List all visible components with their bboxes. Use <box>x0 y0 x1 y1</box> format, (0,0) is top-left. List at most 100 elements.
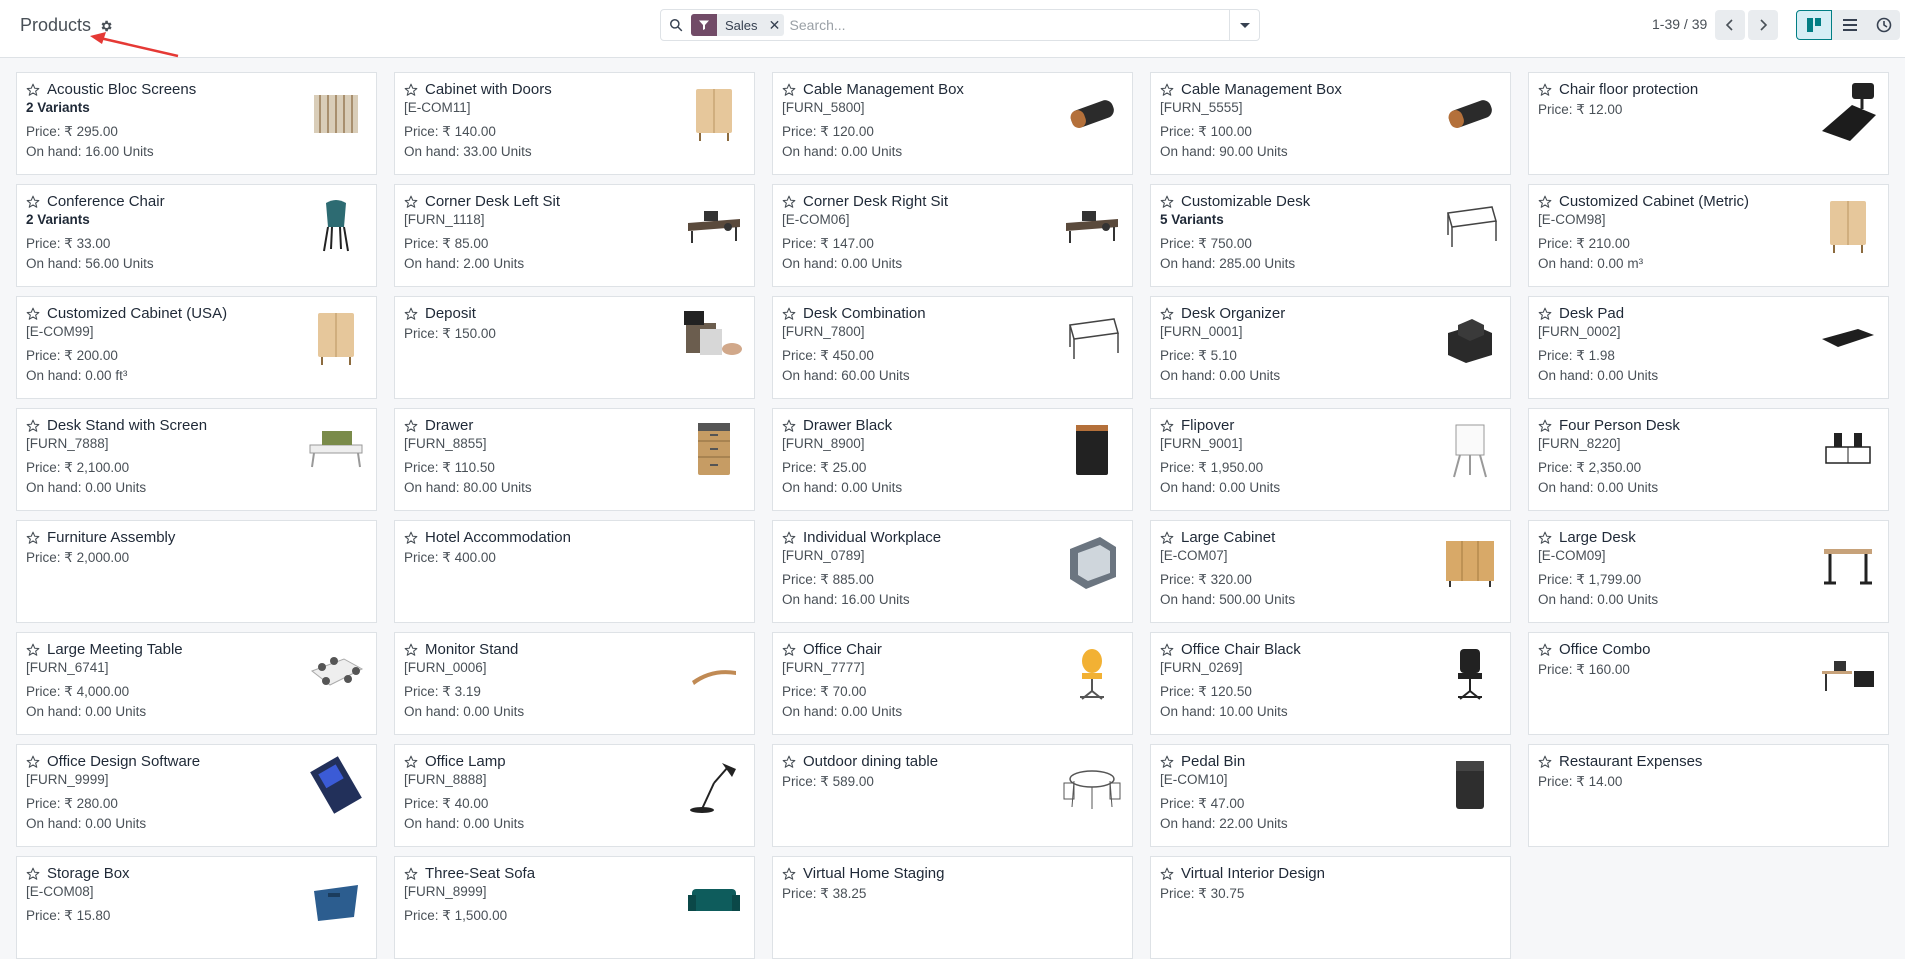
favorite-star-icon[interactable] <box>403 418 419 434</box>
activity-view-button[interactable] <box>1868 10 1900 40</box>
favorite-star-icon[interactable] <box>781 642 797 658</box>
favorite-star-icon[interactable] <box>781 530 797 546</box>
product-name: Cable Management Box <box>1181 81 1342 98</box>
favorite-star-icon[interactable] <box>781 194 797 210</box>
product-card[interactable]: Corner Desk Right Sit [E-COM06] Price: ₹ 1… <box>772 184 1133 287</box>
product-card[interactable]: Conference Chair 2 Variants Price: ₹ 33.00… <box>16 184 377 287</box>
product-card[interactable]: Desk Organizer [FURN_0001] Price: ₹ 5.10 On… <box>1150 296 1511 399</box>
favorite-star-icon[interactable] <box>1537 194 1553 210</box>
favorite-star-icon[interactable] <box>1159 754 1175 770</box>
remove-facet-icon[interactable]: ✕ <box>766 14 784 36</box>
product-card[interactable]: Desk Pad [FURN_0002] Price: ₹ 1.98 On hand:… <box>1528 296 1889 399</box>
product-name: Customized Cabinet (USA) <box>47 305 228 322</box>
product-card[interactable]: Large Meeting Table [FURN_6741] Price: ₹ 4… <box>16 632 377 735</box>
product-on-hand: On hand: 0.00 Units <box>26 816 147 831</box>
favorite-star-icon[interactable] <box>1537 306 1553 322</box>
favorite-star-icon[interactable] <box>1537 642 1553 658</box>
product-card[interactable]: Acoustic Bloc Screens 2 Variants Price: ₹ … <box>16 72 377 175</box>
favorite-star-icon[interactable] <box>1159 866 1175 882</box>
favorite-star-icon[interactable] <box>25 642 41 658</box>
product-card[interactable]: Large Desk [E-COM09] Price: ₹ 1,799.00 On h… <box>1528 520 1889 623</box>
product-card[interactable]: Outdoor dining table Price: ₹ 589.00 <box>772 744 1133 847</box>
product-card[interactable]: Cabinet with Doors [E-COM11] Price: ₹ 140.… <box>394 72 755 175</box>
product-card[interactable]: Hotel Accommodation Price: ₹ 400.00 <box>394 520 755 623</box>
product-card[interactable]: Virtual Interior Design Price: ₹ 30.75 <box>1150 856 1511 959</box>
list-view-button[interactable] <box>1832 10 1868 40</box>
favorite-star-icon[interactable] <box>781 866 797 882</box>
product-card[interactable]: Chair floor protection Price: ₹ 12.00 <box>1528 72 1889 175</box>
product-card[interactable]: Four Person Desk [FURN_8220] Price: ₹ 2,35… <box>1528 408 1889 511</box>
favorite-star-icon[interactable] <box>25 418 41 434</box>
product-name: Pedal Bin <box>1181 753 1246 770</box>
search-icon[interactable] <box>661 10 691 40</box>
favorite-star-icon[interactable] <box>1159 194 1175 210</box>
pager-value[interactable]: 1-39 / 39 <box>1652 16 1707 32</box>
product-card[interactable]: Pedal Bin [E-COM10] Price: ₹ 47.00 On hand:… <box>1150 744 1511 847</box>
product-name: Office Combo <box>1559 641 1651 658</box>
favorite-star-icon[interactable] <box>403 82 419 98</box>
product-card[interactable]: Office Lamp [FURN_8888] Price: ₹ 40.00 On h… <box>394 744 755 847</box>
product-card[interactable]: Virtual Home Staging Price: ₹ 38.25 <box>772 856 1133 959</box>
product-card[interactable]: Customizable Desk 5 Variants Price: ₹ 750.… <box>1150 184 1511 287</box>
product-card[interactable]: Individual Workplace [FURN_0789] Price: ₹ … <box>772 520 1133 623</box>
product-card[interactable]: Cable Management Box [FURN_5555] Price: ₹ … <box>1150 72 1511 175</box>
favorite-star-icon[interactable] <box>1159 418 1175 434</box>
product-card[interactable]: Drawer Black [FURN_8900] Price: ₹ 25.00 On … <box>772 408 1133 511</box>
favorite-star-icon[interactable] <box>25 306 41 322</box>
product-card[interactable]: Flipover [FURN_9001] Price: ₹ 1,950.00 On h… <box>1150 408 1511 511</box>
favorite-star-icon[interactable] <box>1537 754 1553 770</box>
favorite-star-icon[interactable] <box>781 306 797 322</box>
favorite-star-icon[interactable] <box>781 418 797 434</box>
product-name: Three-Seat Sofa <box>425 865 536 882</box>
product-card[interactable]: Monitor Stand [FURN_0006] Price: ₹ 3.19 On … <box>394 632 755 735</box>
product-card[interactable]: Storage Box [E-COM08] Price: ₹ 15.80 <box>16 856 377 959</box>
product-on-hand: On hand: 0.00 Units <box>404 704 525 719</box>
product-card[interactable]: Desk Combination [FURN_7800] Price: ₹ 450.… <box>772 296 1133 399</box>
product-card[interactable]: Restaurant Expenses Price: ₹ 14.00 <box>1528 744 1889 847</box>
product-card[interactable]: Three-Seat Sofa [FURN_8999] Price: ₹ 1,500… <box>394 856 755 959</box>
favorite-star-icon[interactable] <box>781 754 797 770</box>
favorite-star-icon[interactable] <box>1159 82 1175 98</box>
product-card[interactable]: Customized Cabinet (Metric) [E-COM98] Pric… <box>1528 184 1889 287</box>
favorite-star-icon[interactable] <box>25 754 41 770</box>
favorite-star-icon[interactable] <box>1537 530 1553 546</box>
favorite-star-icon[interactable] <box>25 82 41 98</box>
pager-next-button[interactable] <box>1748 10 1778 40</box>
favorite-star-icon[interactable] <box>1537 82 1553 98</box>
favorite-star-icon[interactable] <box>1159 306 1175 322</box>
card-header: Virtual Interior Design <box>1159 865 1502 882</box>
search-input[interactable] <box>789 17 1229 33</box>
product-card[interactable]: Office Combo Price: ₹ 160.00 <box>1528 632 1889 735</box>
product-card[interactable]: Large Cabinet [E-COM07] Price: ₹ 320.00 On … <box>1150 520 1511 623</box>
favorite-star-icon[interactable] <box>403 642 419 658</box>
product-card[interactable]: Office Design Software [FURN_9999] Price: … <box>16 744 377 847</box>
product-on-hand: On hand: 285.00 Units <box>1160 256 1296 271</box>
kanban-view-button[interactable] <box>1796 10 1832 40</box>
drawer-image-icon <box>682 417 746 481</box>
favorite-star-icon[interactable] <box>403 866 419 882</box>
favorite-star-icon[interactable] <box>25 530 41 546</box>
product-card[interactable]: Office Chair Black [FURN_0269] Price: ₹ 12… <box>1150 632 1511 735</box>
favorite-star-icon[interactable] <box>1159 642 1175 658</box>
product-card[interactable]: Corner Desk Left Sit [FURN_1118] Price: ₹ … <box>394 184 755 287</box>
favorite-star-icon[interactable] <box>403 194 419 210</box>
product-card[interactable]: Desk Stand with Screen [FURN_7888] Price: … <box>16 408 377 511</box>
product-card[interactable]: Drawer [FURN_8855] Price: ₹ 110.50 On hand:… <box>394 408 755 511</box>
chair-image-icon <box>304 193 368 257</box>
search-options-toggle[interactable] <box>1229 10 1259 40</box>
favorite-star-icon[interactable] <box>403 754 419 770</box>
favorite-star-icon[interactable] <box>403 530 419 546</box>
favorite-star-icon[interactable] <box>1537 418 1553 434</box>
product-card[interactable]: Office Chair [FURN_7777] Price: ₹ 70.00 On … <box>772 632 1133 735</box>
favorite-star-icon[interactable] <box>25 866 41 882</box>
product-card[interactable]: Furniture Assembly Price: ₹ 2,000.00 <box>16 520 377 623</box>
favorite-star-icon[interactable] <box>781 82 797 98</box>
favorite-star-icon[interactable] <box>403 306 419 322</box>
pager-previous-button[interactable] <box>1715 10 1745 40</box>
product-card[interactable]: Cable Management Box [FURN_5800] Price: ₹ … <box>772 72 1133 175</box>
favorite-star-icon[interactable] <box>1159 530 1175 546</box>
product-on-hand: On hand: 500.00 Units <box>1160 592 1296 607</box>
favorite-star-icon[interactable] <box>25 194 41 210</box>
product-card[interactable]: Deposit Price: ₹ 150.00 <box>394 296 755 399</box>
product-card[interactable]: Customized Cabinet (USA) [E-COM99] Price: … <box>16 296 377 399</box>
